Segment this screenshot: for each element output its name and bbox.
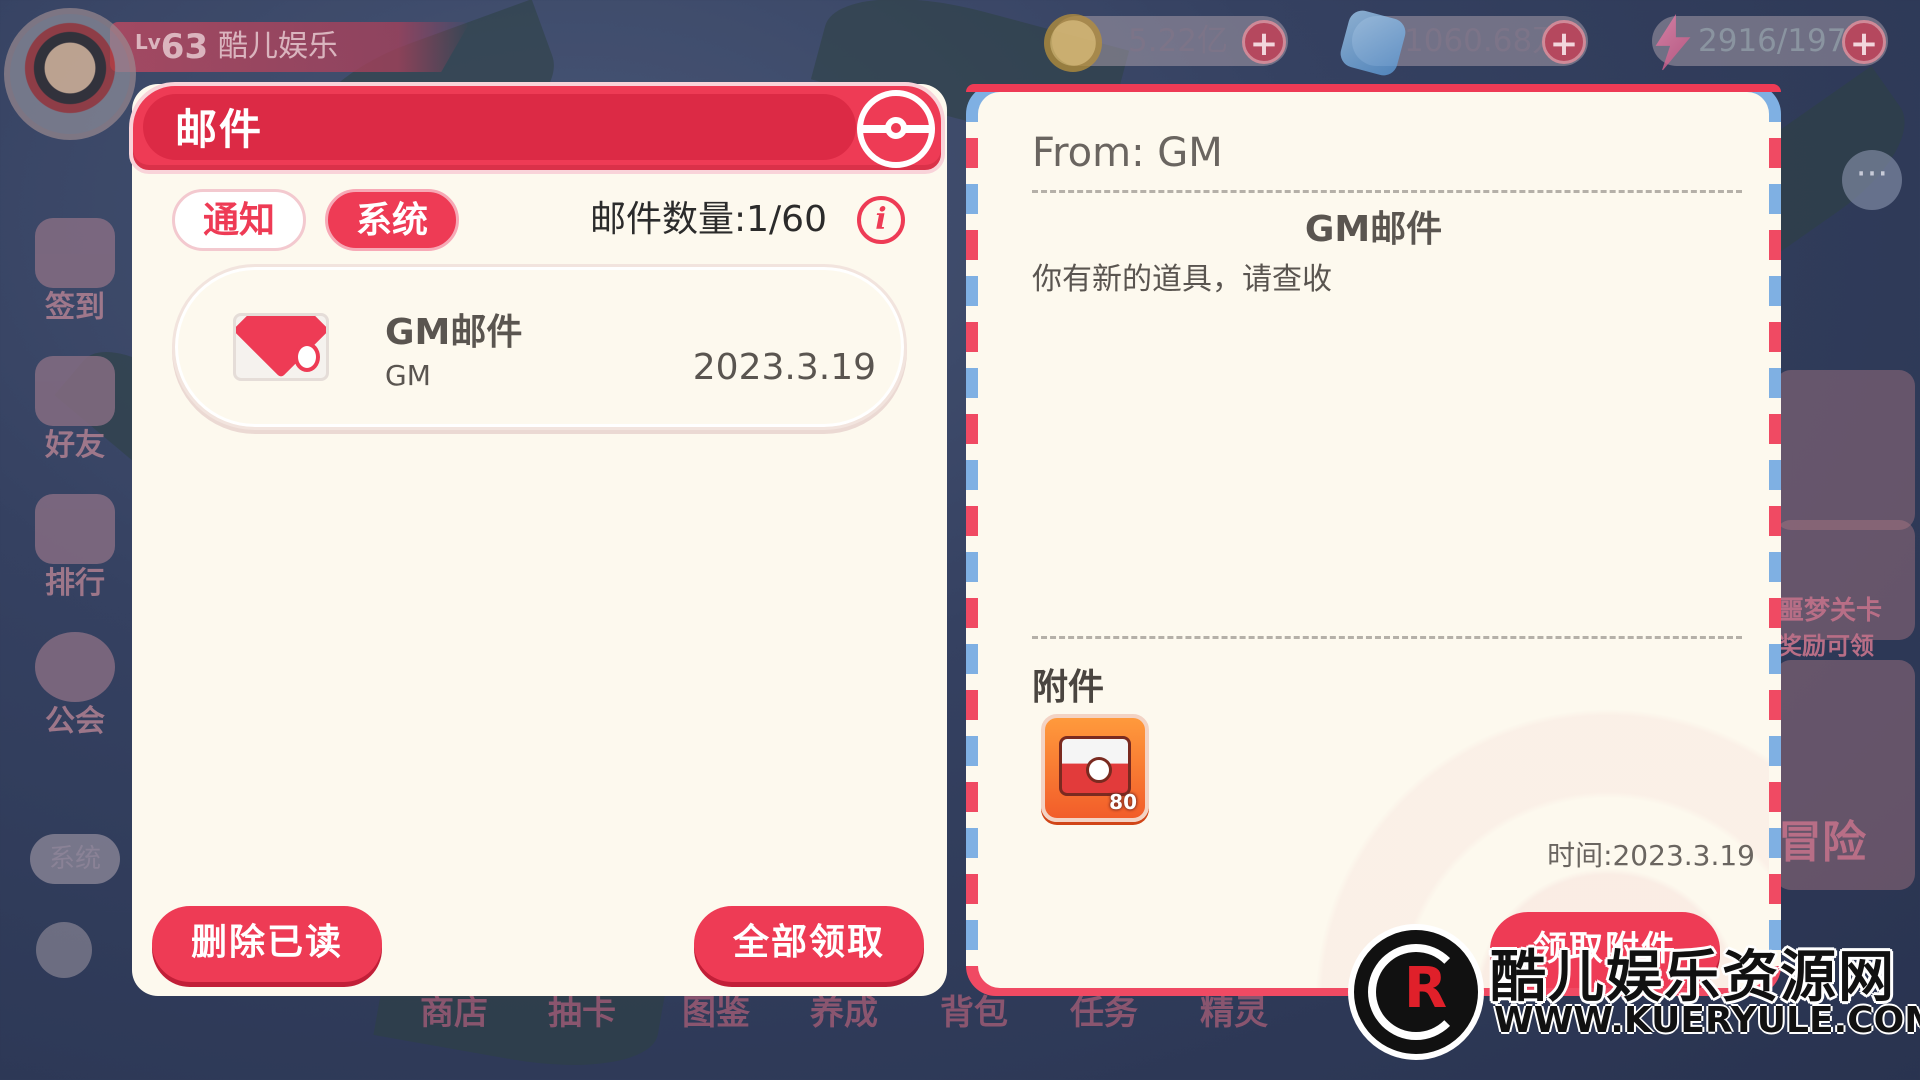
- gem-amount: 1060.68万: [1404, 23, 1564, 59]
- add-energy-button[interactable]: +: [1842, 20, 1886, 64]
- pokeball-close-icon: [885, 117, 907, 139]
- mail-detail-body: From: GM GM邮件 你有新的道具，请查收 附件 80 时间:2023.3…: [978, 92, 1769, 988]
- mail-item-title: GM邮件: [385, 312, 523, 353]
- mail-item-date: 2023.3.19: [692, 347, 876, 388]
- coin-icon: [1044, 14, 1102, 72]
- event-label: 噩梦关卡: [1778, 596, 1883, 626]
- watermark-url: WWW.KUERYULE.COM: [1494, 1000, 1920, 1041]
- side-friends-button[interactable]: 好友: [22, 356, 128, 472]
- side-guild-button[interactable]: 公会: [22, 632, 128, 748]
- mail-detail-panel: From: GM GM邮件 你有新的道具，请查收 附件 80 时间:2023.3…: [966, 84, 1781, 996]
- gem-resource: 1060.68万 +: [1337, 7, 1588, 79]
- mail-from: From: GM: [1032, 130, 1223, 176]
- event-banner-art[interactable]: [1775, 370, 1915, 530]
- side-ranking-button[interactable]: 排行: [22, 494, 128, 610]
- treasure-chest-icon: [1059, 736, 1131, 796]
- tab-notice[interactable]: 通知: [172, 189, 306, 251]
- mail-list-item[interactable]: GM邮件 GM 2023.3.19: [172, 264, 907, 430]
- side-checkin-button[interactable]: 签到: [22, 218, 128, 334]
- player-name: 酷儿娱乐: [218, 29, 338, 64]
- watermark-logo: R: [1348, 924, 1484, 1060]
- player-avatar[interactable]: [4, 8, 136, 140]
- adventure-label: 冒险: [1778, 817, 1866, 868]
- guild-icon: [35, 632, 115, 702]
- more-icon[interactable]: ···: [1842, 150, 1902, 210]
- envelope-icon: [233, 313, 329, 381]
- tab-system[interactable]: 系统: [325, 189, 459, 251]
- player-info: Lv63 酷儿娱乐: [0, 0, 470, 140]
- divider: [1032, 636, 1742, 639]
- energy-resource: 2916/197 +: [1652, 14, 1888, 72]
- event-sublabel: 奖励可领: [1778, 632, 1874, 660]
- paperclip-icon: [294, 342, 320, 372]
- mail-detail-message: 你有新的道具，请查收: [1032, 262, 1332, 297]
- mail-count: 邮件数量:1/60: [590, 199, 827, 240]
- add-coins-button[interactable]: +: [1242, 20, 1286, 64]
- calendar-icon: [35, 218, 115, 288]
- mail-detail-title: GM邮件: [1304, 209, 1443, 250]
- energy-amount: 2916/197: [1698, 23, 1847, 59]
- mail-time: 时间:2023.3.19: [1547, 839, 1755, 872]
- mail-item-sender: GM: [385, 359, 431, 392]
- close-button[interactable]: [857, 90, 935, 168]
- ranking-icon: [35, 494, 115, 564]
- coin-resource: 5.22亿 +: [1044, 14, 1288, 72]
- mail-title: 邮件: [175, 105, 264, 154]
- delete-read-button[interactable]: 删除已读: [152, 906, 382, 982]
- attachment-quantity: 80: [1109, 790, 1137, 814]
- divider: [1032, 190, 1742, 193]
- player-level: Lv63: [135, 27, 209, 67]
- coin-amount: 5.22亿: [1128, 23, 1229, 59]
- chat-icon[interactable]: [36, 922, 92, 978]
- mail-header: 邮件: [129, 82, 945, 174]
- add-gems-button[interactable]: +: [1542, 20, 1586, 64]
- mail-panel: 邮件 通知 系统 邮件数量:1/60 i GM邮件 GM 2023.3.19 删…: [129, 82, 947, 996]
- attachments-label: 附件: [1032, 667, 1105, 708]
- attachment-item[interactable]: 80: [1041, 714, 1149, 822]
- claim-all-button[interactable]: 全部领取: [694, 906, 924, 982]
- friends-icon: [35, 356, 115, 426]
- info-icon[interactable]: i: [857, 196, 905, 244]
- side-system-button[interactable]: 系统: [30, 834, 120, 884]
